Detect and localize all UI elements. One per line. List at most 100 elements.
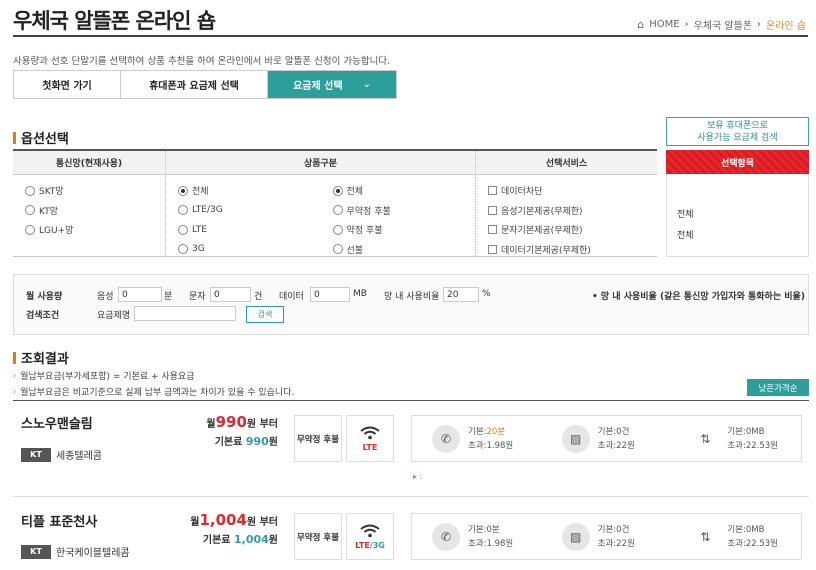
search-condition-label: 검색조건	[26, 311, 60, 321]
search-button[interactable]: 검색	[246, 306, 284, 323]
radio-button[interactable]	[332, 244, 343, 255]
message-icon: ▨	[561, 424, 590, 453]
ratio-note: • 망 내 사용비율 (같은 통신망 가입자와 통화하는 비율)	[592, 292, 805, 302]
page-title: 우체국 알뜰폰 온라인 숍	[13, 9, 216, 33]
product-type-header: 상품구분	[166, 151, 475, 175]
network-header: 통신망(현재사용)	[13, 151, 165, 175]
monthly-price-value: 990	[215, 413, 247, 431]
options-section-title: 옵션선택	[13, 128, 69, 147]
ratio-label: 망 내 사용비율	[384, 292, 440, 302]
own-phone-search-line2: 사용가능 요금제 검색	[697, 133, 778, 143]
plan-name-input[interactable]	[134, 306, 236, 321]
data-arrows-icon: ⇅	[700, 431, 711, 446]
checkbox[interactable]	[488, 225, 497, 235]
radio-button[interactable]	[25, 224, 35, 235]
base-price-value: 1,004	[234, 533, 269, 546]
sms-label: 문자	[189, 292, 206, 302]
product-option-all[interactable]: 전체	[166, 181, 321, 201]
service-voice-unlimited[interactable]: 음성기본제공(무제한)	[476, 201, 657, 221]
header-divider	[13, 35, 808, 37]
carrier-name: 한국케이블텔레콤	[56, 548, 130, 559]
sms-input[interactable]: 0	[210, 287, 251, 302]
service-data-unlimited[interactable]: 데이터기본제공(무제한)	[476, 240, 657, 260]
options-table: 통신망(현재사용) SKT망 KT망 LGU+망 상품구분 전체 LTE/3G …	[13, 149, 657, 257]
contract-option-all[interactable]: 전체	[321, 181, 476, 201]
step-home[interactable]: 첫화면 가기	[14, 71, 121, 98]
selected-item: 전체	[677, 210, 694, 220]
carrier: KT 한국케이블텔레콤	[21, 544, 130, 559]
radio-button[interactable]	[178, 224, 188, 235]
service-sms-unlimited[interactable]: 문자기본제공(무제한)	[476, 220, 657, 240]
data-usage: ⇅ 기본:0MB 초과:22.53원	[671, 523, 801, 551]
contract-option-contract[interactable]: 약정 후불	[321, 220, 476, 240]
radio-button-checked[interactable]	[332, 185, 343, 196]
radio-button[interactable]	[178, 244, 188, 255]
base-price: 기본료 1,004원	[202, 533, 278, 546]
plan-type-badge: 무약정 후불	[294, 513, 342, 560]
voice-input[interactable]: 0	[118, 287, 162, 302]
service-data-block[interactable]: 데이터차단	[476, 181, 657, 201]
product-option-3g[interactable]: 3G	[166, 240, 321, 260]
plan-name-label: 요금제명	[97, 311, 131, 321]
checkbox[interactable]	[488, 205, 497, 215]
sms-usage: ▨ 기본:0건 초과:22원	[542, 522, 672, 551]
result-note: › 월납부요금은 비교기준으로 실제 납부 금액과는 차이가 있을 수 있습니다…	[13, 387, 295, 398]
ratio-unit: %	[482, 289, 491, 299]
contract-option-prepaid[interactable]: 선불	[321, 240, 476, 260]
voice-unit: 분	[164, 292, 173, 302]
product-option-lte3g[interactable]: LTE/3G	[166, 201, 321, 221]
plan-name[interactable]: 스노우맨슬림	[21, 413, 93, 432]
step-plan-select[interactable]: 요금제 선택 ⌄	[268, 71, 396, 98]
voice-label: 음성	[97, 292, 114, 302]
own-phone-search-button[interactable]: 보유 휴대폰으로 사용가능 요금제 검색	[666, 117, 809, 146]
step-phone-plan[interactable]: 휴대폰과 요금제 선택	[121, 71, 268, 98]
selected-item: 전체	[677, 231, 694, 241]
checkbox[interactable]	[488, 244, 497, 254]
network-option-skt[interactable]: SKT망	[13, 181, 165, 201]
radio-button[interactable]	[332, 205, 343, 216]
message-icon: ▨	[561, 522, 590, 551]
ratio-input[interactable]: 20	[443, 287, 479, 302]
monthly-usage-label: 월 사용량	[26, 292, 63, 302]
home-icon[interactable]: ⌂	[637, 18, 644, 31]
network-option-kt[interactable]: KT망	[13, 201, 165, 221]
voice-usage: ✆ 기본:0분 초과:1.98원	[412, 522, 542, 551]
breadcrumb-mvno[interactable]: 우체국 알뜰폰	[694, 17, 752, 32]
item-divider	[13, 496, 809, 497]
radio-button[interactable]	[25, 185, 35, 196]
voice-usage: ✆ 기본:20분 초과:1.98원	[412, 424, 542, 453]
base-price-value: 990	[245, 435, 269, 448]
chevron-right-icon: ›	[757, 19, 762, 30]
data-arrows-icon: ⇅	[700, 529, 711, 544]
radio-button[interactable]	[332, 224, 343, 235]
step-plan-select-label: 요금제 선택	[293, 81, 343, 92]
network-badge: LTE/3G	[346, 513, 394, 560]
monthly-price: 월1,004원 부터	[190, 511, 278, 529]
usage-panel: ✆ 기본:20분 초과:1.98원 ▨ 기본:0건 초과:22원 ⇅ 기본:0MB 초…	[411, 415, 802, 462]
plan-name[interactable]: 티플 표준천사	[21, 511, 97, 530]
network-option-lgu[interactable]: LGU+망	[13, 220, 165, 240]
sms-unit: 건	[254, 292, 263, 302]
data-label: 데이터	[279, 292, 304, 302]
plan-type-badge: 무약정 후불	[294, 415, 342, 462]
breadcrumb-home[interactable]: HOME	[649, 19, 679, 30]
search-conditions: 월 사용량 음성 0 분 문자 0 건 데이터 0 MB 망 내 사용비율 20…	[13, 274, 809, 335]
results-title-text: 조회결과	[21, 352, 69, 367]
chevron-right-icon: ›	[13, 371, 17, 380]
product-option-lte[interactable]: LTE	[166, 220, 321, 240]
data-input[interactable]: 0	[310, 287, 350, 302]
radio-button[interactable]	[25, 205, 35, 216]
sort-low-price-button[interactable]: 낮은가격순	[747, 379, 809, 396]
usage-panel: ✆ 기본:0분 초과:1.98원 ▨ 기본:0건 초과:22원 ⇅ 기본:0MB 초과…	[411, 513, 802, 560]
radio-button-checked[interactable]	[178, 185, 188, 196]
carrier-badge: KT	[21, 544, 51, 559]
section-marker	[13, 131, 16, 144]
checkbox[interactable]	[488, 186, 497, 196]
sms-usage: ▨ 기본:0건 초과:22원	[542, 424, 672, 453]
data-usage: ⇅ 기본:0MB 초과:22.53원	[671, 425, 801, 453]
radio-button[interactable]	[178, 205, 188, 216]
product-type-column: 상품구분 전체 LTE/3G LTE 3G 전체 무약정 후불 약정 후불 선불	[166, 151, 476, 256]
contract-option-no-contract[interactable]: 무약정 후불	[321, 201, 476, 221]
expand-toggle[interactable]: ▸ :	[413, 472, 422, 481]
step-tabs: 첫화면 가기 휴대폰과 요금제 선택 요금제 선택 ⌄	[13, 70, 397, 99]
